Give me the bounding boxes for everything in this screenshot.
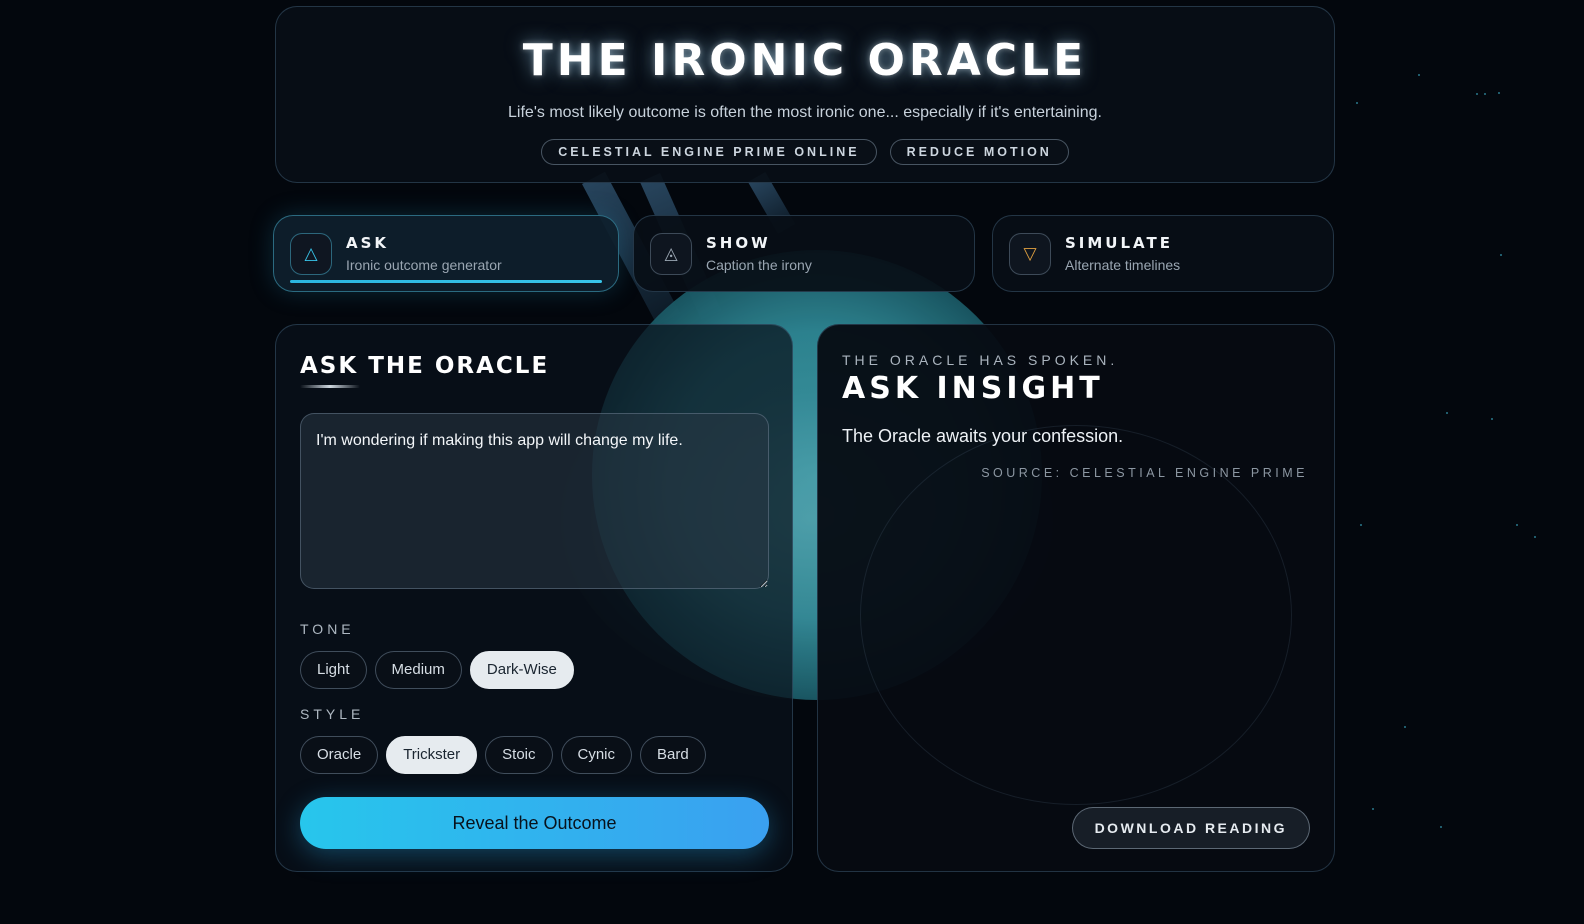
insight-panel: THE ORACLE HAS SPOKEN. ASK INSIGHT The O…: [817, 324, 1335, 872]
header-card: THE IRONIC ORACLE Life's most likely out…: [275, 6, 1335, 183]
tab-ask[interactable]: △ ASK Ironic outcome generator: [273, 215, 619, 292]
ask-panel: ASK THE ORACLE I'm wondering if making t…: [275, 324, 793, 872]
title-underline: [300, 385, 360, 388]
insight-message: The Oracle awaits your confession.: [842, 426, 1124, 446]
decorative-ring: [860, 425, 1292, 805]
tone-label: TONE: [300, 621, 355, 637]
style-chip-oracle[interactable]: Oracle: [300, 736, 379, 774]
tab-simulate-subtitle: Alternate timelines: [1065, 257, 1181, 273]
tone-chip-light[interactable]: Light: [300, 651, 367, 689]
insight-overline: THE ORACLE HAS SPOKEN.: [842, 352, 1119, 368]
tab-show-label: SHOW: [706, 234, 771, 252]
status-badge: CELESTIAL ENGINE PRIME ONLINE: [541, 139, 877, 165]
question-input[interactable]: I'm wondering if making this app will ch…: [300, 413, 769, 589]
active-tab-indicator: [290, 280, 602, 283]
style-label: STYLE: [300, 706, 365, 722]
triangle-down-icon: ▽: [1009, 232, 1051, 275]
app-title: THE IRONIC ORACLE: [522, 35, 1088, 86]
header-pills: CELESTIAL ENGINE PRIME ONLINE REDUCE MOT…: [276, 139, 1334, 165]
tab-show[interactable]: ◬ SHOW Caption the irony: [633, 215, 975, 292]
insight-source: SOURCE: CELESTIAL ENGINE PRIME: [981, 466, 1308, 480]
style-chip-bard[interactable]: Bard: [640, 736, 706, 774]
insight-title: ASK INSIGHT: [842, 371, 1104, 406]
style-chip-stoic[interactable]: Stoic: [485, 736, 553, 774]
tone-chip-medium[interactable]: Medium: [374, 651, 462, 689]
style-chip-trickster[interactable]: Trickster: [386, 736, 478, 774]
tone-options: Light Medium Dark-Wise: [300, 651, 574, 689]
tone-chip-dark-wise[interactable]: Dark-Wise: [469, 651, 574, 689]
tab-ask-subtitle: Ironic outcome generator: [346, 257, 502, 273]
style-options: Oracle Trickster Stoic Cynic Bard: [300, 736, 706, 774]
triangle-up-icon: △: [290, 232, 332, 275]
reveal-outcome-button[interactable]: Reveal the Outcome: [300, 797, 769, 849]
tab-show-subtitle: Caption the irony: [706, 257, 812, 273]
download-reading-button[interactable]: DOWNLOAD READING: [1071, 807, 1310, 849]
tab-simulate[interactable]: ▽ SIMULATE Alternate timelines: [992, 215, 1334, 292]
reduce-motion-button[interactable]: REDUCE MOTION: [889, 139, 1069, 165]
panel-title: ASK THE ORACLE: [300, 353, 550, 379]
tab-ask-label: ASK: [346, 234, 390, 252]
triangle-eye-icon: ◬: [650, 232, 692, 275]
tab-simulate-label: SIMULATE: [1065, 234, 1173, 252]
app-subtitle: Life's most likely outcome is often the …: [508, 104, 1102, 121]
style-chip-cynic[interactable]: Cynic: [560, 736, 633, 774]
